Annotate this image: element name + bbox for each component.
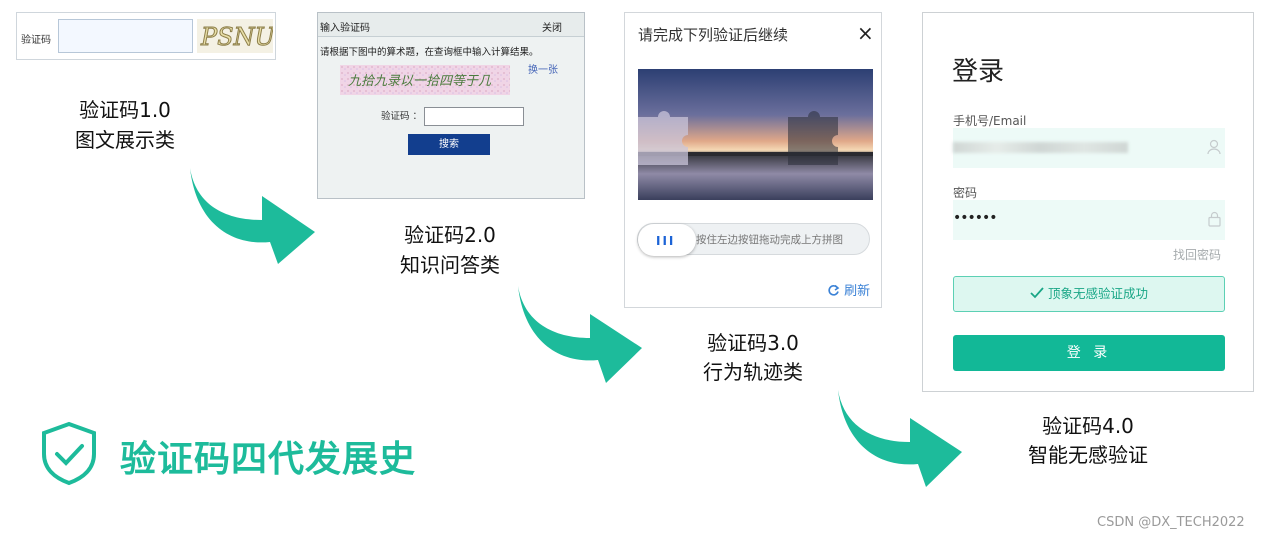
gen3-slider-captcha: 请完成下列验证后继续 × III 按住左边按钮拖动完成上方拼图 刷新 xyxy=(624,12,882,308)
gen2-title-bar: 输入验证码 关闭 xyxy=(318,13,584,37)
gen2-swap-link[interactable]: 换一张 xyxy=(528,61,558,76)
gen3-puzzle-svg xyxy=(638,69,873,200)
gen2-captcha-dialog: 输入验证码 关闭 请根据下图中的算术题，在查询框中输入计算结果。 九拾九录以一拾… xyxy=(317,12,585,199)
gen4-login-button[interactable]: 登 录 xyxy=(953,335,1225,371)
gen2-caption-sub: 知识问答类 xyxy=(400,253,500,277)
gen2-close-button[interactable]: 关闭 xyxy=(542,19,562,34)
gen3-puzzle-piece xyxy=(638,111,688,165)
gen2-field-label: 验证码 ： xyxy=(381,111,423,122)
gen4-login-panel: 登录 手机号/Email 密码 •••••• 找回密码 顶象无感验证成功 登 录 xyxy=(922,12,1254,392)
gen1-caption-title: 验证码1.0 xyxy=(79,98,171,122)
refresh-icon xyxy=(828,284,840,296)
gen4-caption-sub: 智能无感验证 xyxy=(1028,443,1148,467)
gen4-heading: 登录 xyxy=(952,57,1005,87)
gen3-title: 请完成下列验证后继续 xyxy=(638,26,789,44)
gen4-caption-title: 验证码4.0 xyxy=(1042,414,1134,438)
gen3-caption-title: 验证码3.0 xyxy=(707,331,799,355)
gen4-password-field[interactable]: •••••• xyxy=(953,200,1225,240)
gen3-slider-hint: 按住左边按钮拖动完成上方拼图 xyxy=(696,234,843,246)
checkmark-icon xyxy=(1030,287,1044,299)
gen4-blurred-value xyxy=(953,142,1128,153)
gen4-verify-success-banner: 顶象无感验证成功 xyxy=(953,276,1225,312)
gen3-puzzle-image xyxy=(638,69,873,200)
gen4-password-mask: •••••• xyxy=(953,210,998,226)
gen2-caption-title: 验证码2.0 xyxy=(404,223,496,247)
gen3-refresh-button[interactable]: 刷新 xyxy=(827,280,870,299)
gen4-password-label: 密码 xyxy=(953,186,978,200)
drag-handle-icon: III xyxy=(656,234,676,248)
gen4-verify-success-text: 顶象无感验证成功 xyxy=(1047,286,1148,301)
gen2-answer-input[interactable] xyxy=(424,107,524,126)
page-title: 验证码四代发展史 xyxy=(120,439,417,480)
gen1-captcha-text: PSNU xyxy=(200,23,273,51)
gen3-refresh-label: 刷新 xyxy=(844,284,871,299)
gen2-captcha-image: 九拾九录以一拾四等于几 xyxy=(340,65,510,95)
gen1-captcha-panel: 验证码 PSNU xyxy=(16,12,276,60)
arrow-1-to-2 xyxy=(190,168,315,264)
watermark-credit: CSDN @DX_TECH2022 xyxy=(1097,515,1245,530)
gen2-captcha-svg: 九拾九录以一拾四等于几 xyxy=(340,65,510,95)
gen4-phone-label: 手机号/Email xyxy=(953,114,1027,128)
gen3-caption-sub: 行为轨迹类 xyxy=(703,360,803,384)
shield-check-icon xyxy=(42,421,96,486)
gen1-caption-sub: 图文展示类 xyxy=(75,128,175,152)
gen4-phone-field[interactable] xyxy=(953,128,1225,168)
gen1-field-label: 验证码 xyxy=(21,35,51,46)
gen1-captcha-input[interactable] xyxy=(58,19,193,53)
gen2-question: 请根据下图中的算术题，在查询框中输入计算结果。 xyxy=(320,47,539,58)
gen2-window-title: 输入验证码 xyxy=(320,23,370,34)
gen3-slider-knob[interactable]: III xyxy=(638,224,696,256)
gen4-forgot-password-link[interactable]: 找回密码 xyxy=(1173,246,1221,263)
user-icon xyxy=(1207,139,1221,155)
gen1-captcha-svg: PSNU xyxy=(197,19,276,53)
arrow-3-to-4 xyxy=(838,390,962,487)
gen3-puzzle-gap xyxy=(788,111,838,165)
gen2-captcha-text: 九拾九录以一拾四等于几 xyxy=(348,74,492,89)
gen1-captcha-image[interactable]: PSNU xyxy=(197,19,276,53)
lock-icon xyxy=(1208,211,1221,227)
close-icon[interactable]: × xyxy=(857,21,874,45)
gen2-search-button[interactable]: 搜索 xyxy=(408,134,490,155)
